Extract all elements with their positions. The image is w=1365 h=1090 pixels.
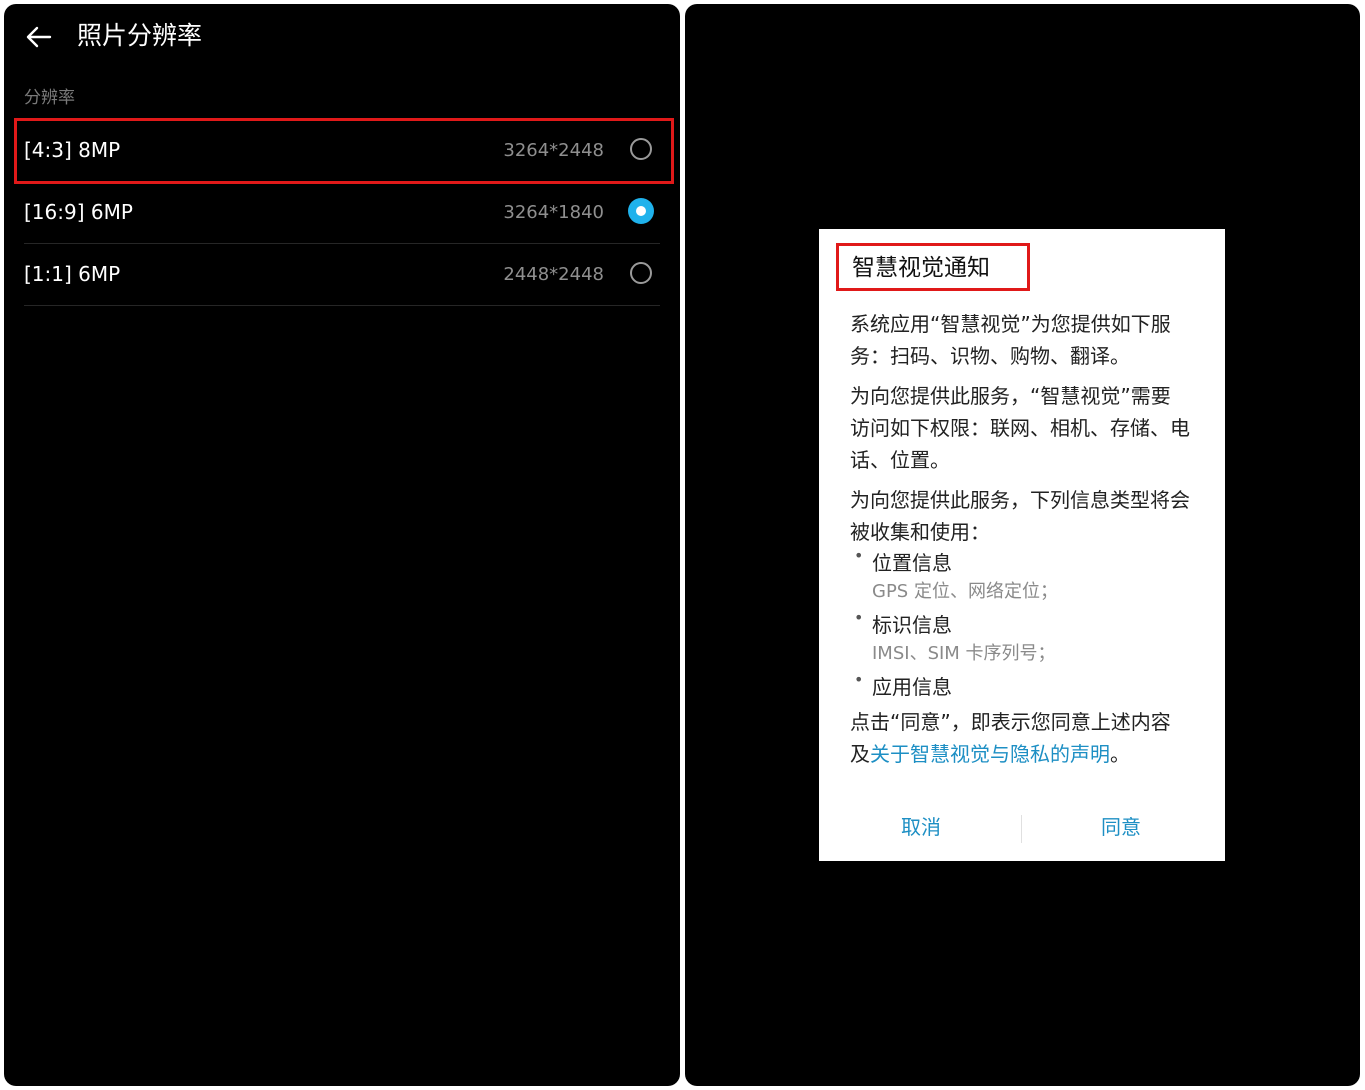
resolution-size: 2448*2448 [503,264,604,285]
app-bar: 照片分辨率 [4,4,680,70]
resolution-label: [1:1] 6MP [24,262,121,286]
notice-dialog: 智慧视觉通知 系统应用“智慧视觉”为您提供如下服务：扫码、识物、购物、翻译。 为… [819,229,1225,861]
dialog-paragraph: 为向您提供此服务，“智慧视觉”需要访问如下权限：联网、相机、存储、电话、位置。 [850,384,1190,472]
phone-screen-right: 智慧视觉通知 系统应用“智慧视觉”为您提供如下服务：扫码、识物、购物、翻译。 为… [685,4,1360,1086]
dialog-footer-text: 点击“同意”，即表示您同意上述内容及关于智慧视觉与隐私的声明。 [850,706,1190,770]
resolution-size: 3264*2448 [503,140,604,161]
bullet-title: 应用信息 [872,675,952,699]
footer-suffix: 。 [1110,742,1130,766]
resolution-option-4-3[interactable]: [4:3] 8MP 3264*2448 [14,118,674,184]
dialog-actions: 取消 同意 [819,807,1225,849]
radio-unchecked-icon[interactable] [630,262,652,284]
bullet-item: 应用信息 [850,664,1190,702]
resolution-label: [16:9] 6MP [24,200,133,224]
page-title: 照片分辨率 [77,21,203,50]
resolution-list: [4:3] 8MP 3264*2448 [16:9] 6MP 3264*1840… [14,118,674,306]
back-arrow-icon[interactable] [24,22,54,52]
dialog-paragraph: 系统应用“智慧视觉”为您提供如下服务：扫码、识物、购物、翻译。 [850,312,1171,368]
resolution-option-16-9[interactable]: [16:9] 6MP 3264*1840 [24,182,660,244]
resolution-option-1-1[interactable]: [1:1] 6MP 2448*2448 [24,244,660,306]
bullet-title: 位置信息 [872,551,952,575]
dialog-body: 系统应用“智慧视觉”为您提供如下服务：扫码、识物、购物、翻译。 为向您提供此服务… [850,308,1190,778]
bullet-item: 标识信息 IMSI、SIM 卡序列号； [850,602,1190,668]
bullet-detail: GPS 定位、网络定位； [872,581,1058,602]
bullet-title: 标识信息 [872,613,952,637]
resolution-size: 3264*1840 [503,202,604,223]
dialog-paragraph: 为向您提供此服务，下列信息类型将会被收集和使用： [850,488,1190,544]
bullet-detail: IMSI、SIM 卡序列号； [872,643,1056,664]
cancel-button[interactable]: 取消 [821,811,1021,843]
dialog-title-highlight: 智慧视觉通知 [836,243,1030,291]
radio-unchecked-icon[interactable] [630,138,652,160]
agree-button[interactable]: 同意 [1021,811,1221,843]
bullet-item: 位置信息 GPS 定位、网络定位； [850,540,1190,606]
section-label: 分辨率 [24,88,75,108]
phone-screen-left: 照片分辨率 分辨率 [4:3] 8MP 3264*2448 [16:9] 6MP… [4,4,680,1086]
privacy-statement-link[interactable]: 关于智慧视觉与隐私的声明 [870,742,1110,766]
dialog-title: 智慧视觉通知 [852,255,990,281]
radio-checked-icon[interactable] [628,198,654,224]
resolution-label: [4:3] 8MP [24,138,121,162]
